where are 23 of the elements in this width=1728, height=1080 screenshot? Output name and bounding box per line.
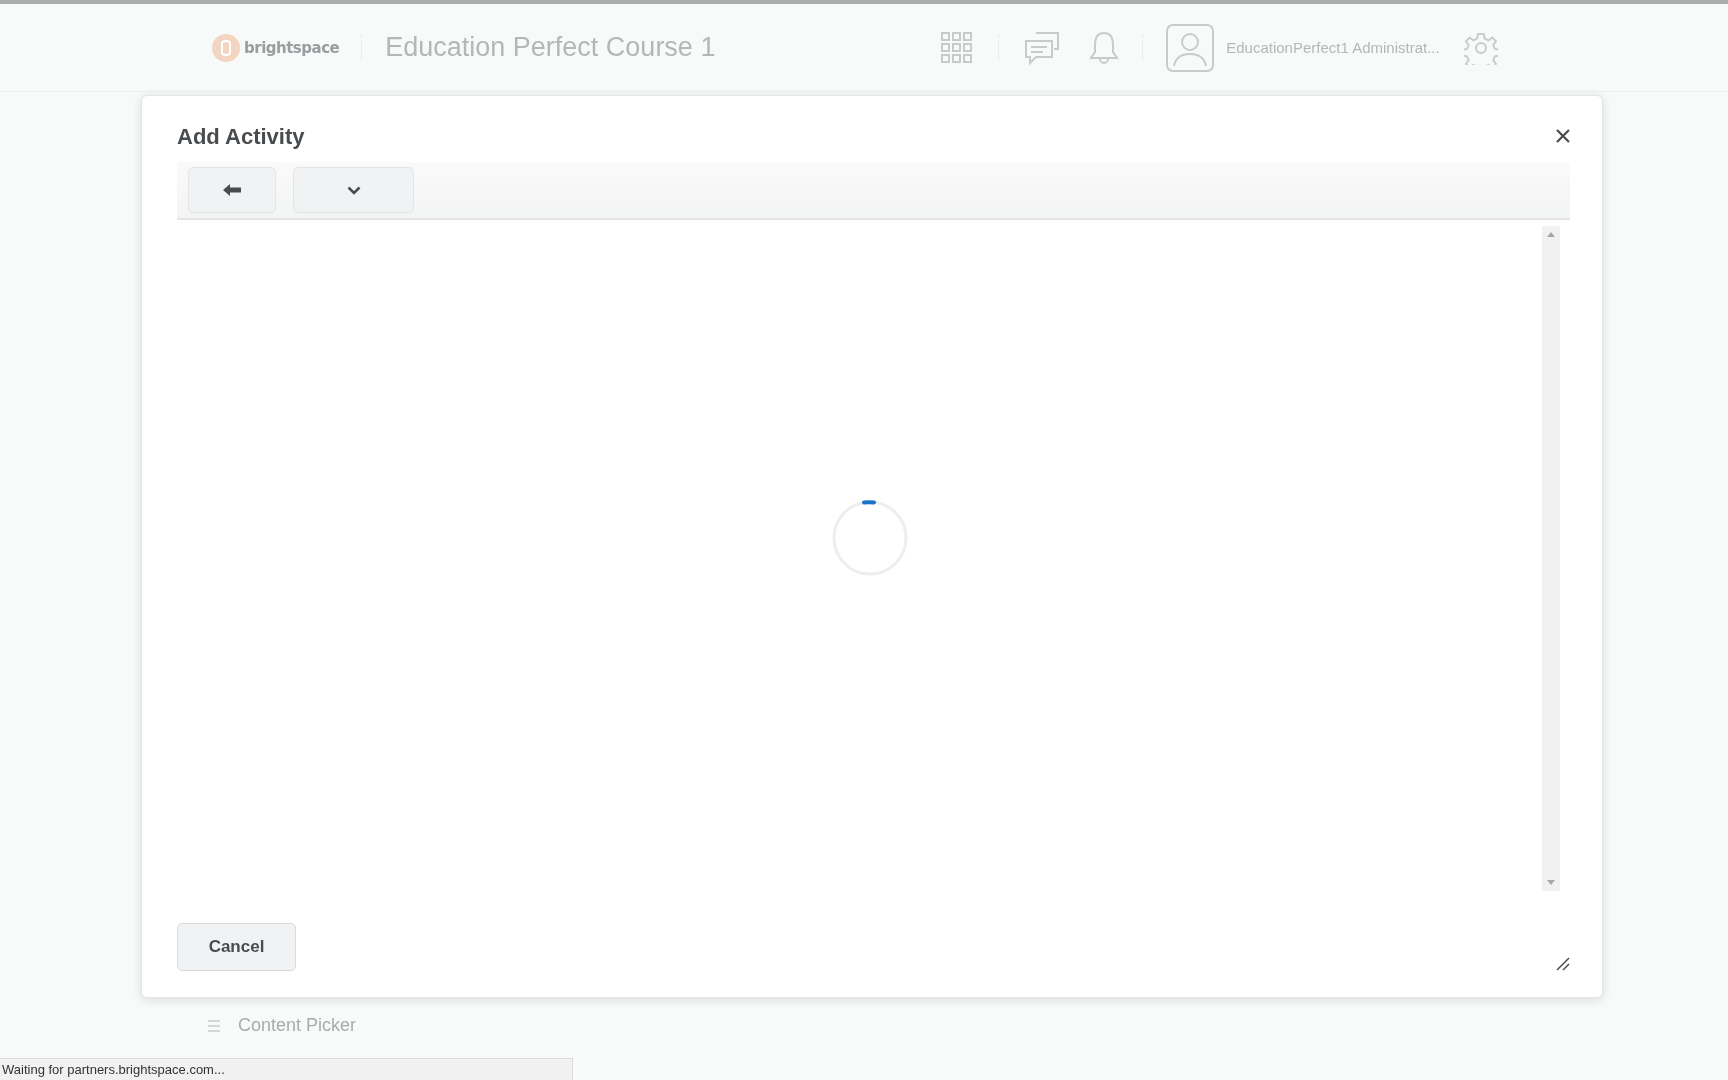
app-grid-icon[interactable] [940, 30, 975, 65]
close-icon [1556, 128, 1570, 143]
content-picker-link[interactable]: Content Picker [238, 1015, 357, 1036]
notification-bell-icon[interactable] [1088, 29, 1121, 66]
settings-icon[interactable] [1463, 30, 1498, 65]
course-title[interactable]: Education Perfect Course 1 [385, 32, 941, 63]
back-button[interactable] [188, 167, 276, 213]
scrollbar[interactable] [1542, 226, 1560, 891]
resize-handle-icon[interactable] [1556, 957, 1570, 971]
drag-handle-icon [208, 1018, 220, 1033]
user-avatar-icon[interactable] [1166, 23, 1215, 72]
brightspace-logo-icon [212, 33, 240, 62]
left-arrow-icon [223, 184, 241, 196]
scroll-down-icon[interactable] [1547, 880, 1555, 885]
scroll-up-icon[interactable] [1547, 232, 1555, 237]
dropdown-button[interactable] [293, 167, 414, 213]
logo-text[interactable]: brightspace [244, 38, 340, 57]
chat-bubbles-icon[interactable] [1024, 30, 1061, 65]
cancel-button[interactable]: Cancel [177, 923, 296, 971]
chevron-down-icon [346, 185, 361, 195]
status-text: Waiting for partners.brightspace.com... [1, 1062, 225, 1077]
dialog-title: Add Activity [177, 124, 305, 150]
user-name[interactable]: EducationPerfect1 Administrat... [1226, 39, 1440, 56]
